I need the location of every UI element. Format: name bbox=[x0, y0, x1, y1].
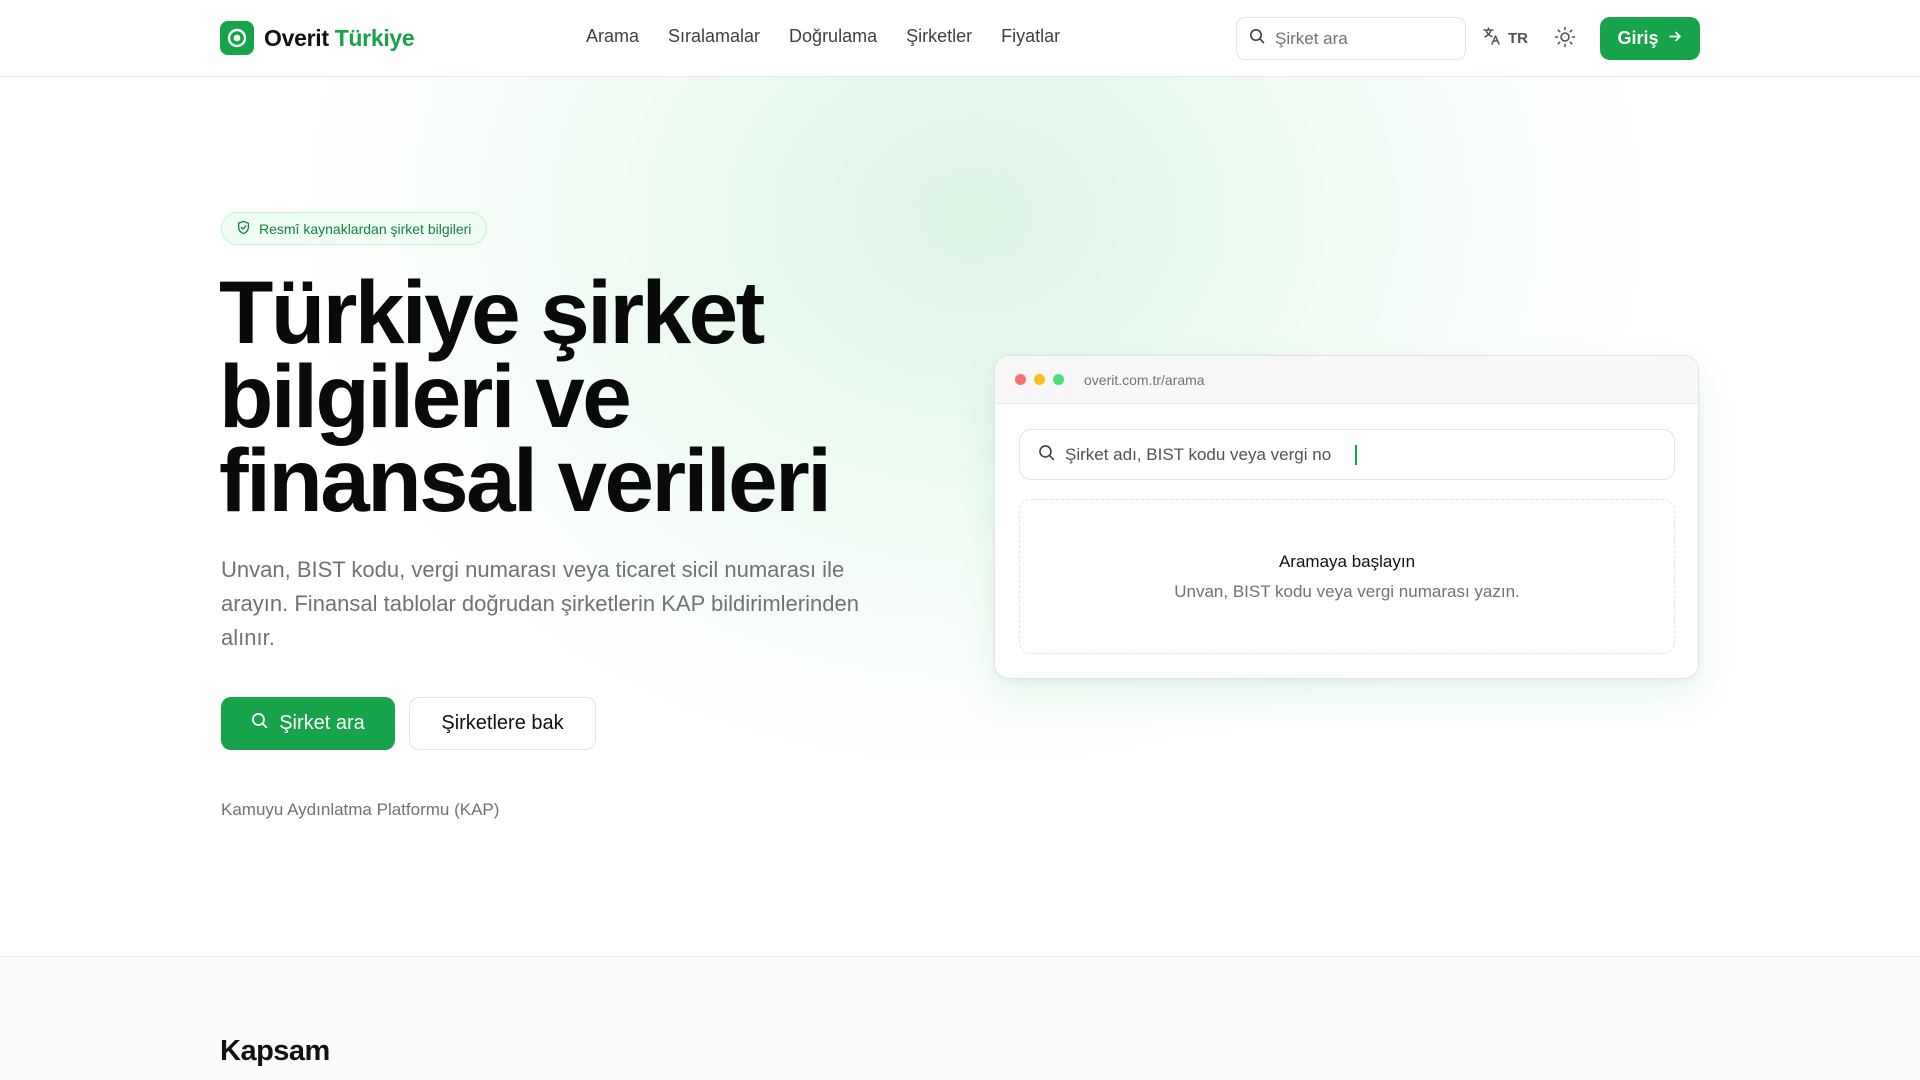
source-badge: Resmî kaynaklardan şirket bilgileri bbox=[221, 212, 488, 245]
main-nav: Arama Sıralamalar Doğrulama Şirketler Fi… bbox=[586, 26, 1060, 47]
arrow-right-icon bbox=[1668, 28, 1683, 49]
search-company-button[interactable]: Şirket ara bbox=[221, 697, 395, 750]
login-button[interactable]: Giriş bbox=[1600, 17, 1700, 60]
logo-icon bbox=[220, 21, 254, 55]
empty-state-description: Unvan, BIST kodu veya vergi numarası yaz… bbox=[1174, 581, 1520, 601]
text-cursor bbox=[1355, 444, 1357, 465]
language-code: TR bbox=[1508, 29, 1528, 47]
language-switcher[interactable]: TR bbox=[1482, 26, 1528, 50]
search-icon bbox=[251, 712, 268, 735]
window-close-dot bbox=[1015, 374, 1026, 385]
site-header: Overit Türkiye Arama Sıralamalar Doğrulam… bbox=[0, 0, 1920, 77]
hero-title-line-3: finansal verileri bbox=[219, 430, 832, 530]
mockup-search-box[interactable] bbox=[1019, 429, 1675, 480]
coverage-title: Kapsam bbox=[220, 1035, 330, 1067]
hero-subtitle: Unvan, BIST kodu, vergi numarası veya ti… bbox=[221, 557, 859, 650]
coverage-section: Kapsam bbox=[0, 956, 1920, 1080]
search-company-label: Şirket ara bbox=[279, 712, 365, 734]
mockup-url: overit.com.tr/arama bbox=[1084, 371, 1205, 388]
search-preview-mockup: overit.com.tr/arama Aramaya başlayın Unv… bbox=[994, 355, 1699, 679]
hero-title: Türkiye şirket bilgileri ve finansal ver… bbox=[219, 262, 859, 530]
browse-companies-button[interactable]: Şirketlere bak bbox=[409, 697, 596, 750]
brand-name: Overit Türkiye bbox=[264, 24, 415, 51]
nav-item-sirketler[interactable]: Şirketler bbox=[906, 26, 972, 47]
window-minimize-dot bbox=[1034, 374, 1045, 385]
search-icon bbox=[1038, 444, 1055, 466]
mockup-search-input[interactable] bbox=[1065, 444, 1345, 465]
hero-title-line-2: bilgileri ve bbox=[219, 346, 632, 446]
sun-icon bbox=[1554, 26, 1576, 51]
theme-toggle-button[interactable] bbox=[1553, 26, 1577, 50]
header-search-input[interactable] bbox=[1275, 28, 1445, 49]
hero-title-line-1: Türkiye şirket bbox=[219, 262, 765, 362]
login-label: Giriş bbox=[1617, 28, 1659, 48]
nav-item-dogrulama[interactable]: Doğrulama bbox=[789, 26, 877, 47]
nav-item-siralamalar[interactable]: Sıralamalar bbox=[668, 26, 760, 47]
nav-item-arama[interactable]: Arama bbox=[586, 26, 639, 47]
search-icon bbox=[1249, 28, 1265, 49]
empty-state-title: Aramaya başlayın bbox=[1278, 551, 1416, 571]
translate-icon bbox=[1482, 26, 1502, 50]
source-badge-label: Resmî kaynaklardan şirket bilgileri bbox=[259, 220, 472, 237]
shield-check-icon bbox=[236, 220, 251, 238]
empty-state-panel: Aramaya başlayın Unvan, BIST kodu veya v… bbox=[1019, 499, 1675, 654]
header-search-box[interactable] bbox=[1236, 17, 1466, 60]
nav-item-fiyatlar[interactable]: Fiyatlar bbox=[1001, 26, 1060, 47]
source-note: Kamuyu Aydınlatma Platformu (KAP) bbox=[221, 800, 500, 819]
brand-logo[interactable]: Overit Türkiye bbox=[220, 21, 415, 55]
window-maximize-dot bbox=[1053, 374, 1064, 385]
mockup-title-bar: overit.com.tr/arama bbox=[995, 356, 1698, 404]
